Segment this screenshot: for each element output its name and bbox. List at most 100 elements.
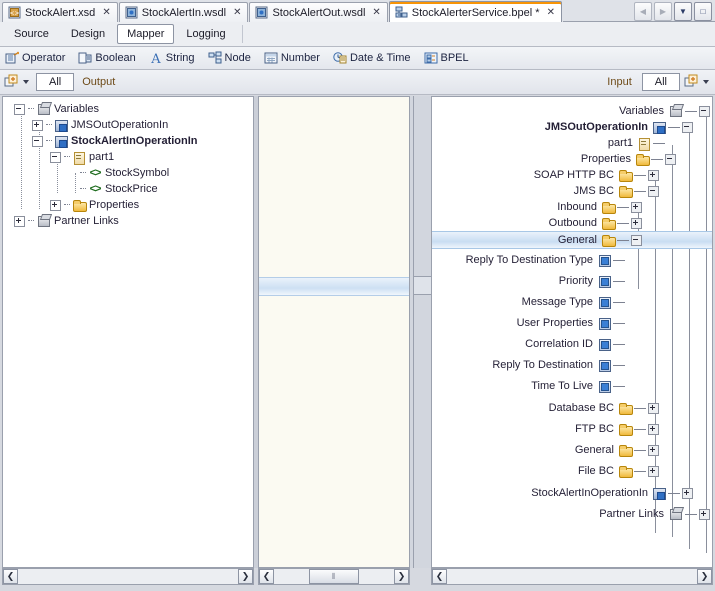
- tree-row[interactable]: Reply To Destination Type: [466, 252, 627, 268]
- tree-row[interactable]: part1: [608, 135, 678, 151]
- input-tree-hscrollbar[interactable]: ❮ ❯: [431, 568, 713, 585]
- expand-toggle-minus[interactable]: [14, 103, 25, 115]
- tree-row[interactable]: <> StockSymbol: [3, 165, 253, 181]
- tree-row-label: Properties: [89, 199, 140, 211]
- tab-list-dropdown-button[interactable]: ▼: [674, 2, 692, 21]
- tree-row-label: StockAlertInOperationIn: [71, 135, 198, 147]
- tab-source[interactable]: Source: [4, 24, 59, 44]
- palette-bpel[interactable]: BPEL: [424, 51, 469, 65]
- expand-toggle-plus[interactable]: [682, 487, 693, 499]
- expand-toggle-minus[interactable]: [682, 121, 693, 133]
- scroll-left-button[interactable]: ❮: [259, 569, 274, 584]
- tree-row[interactable]: User Properties: [517, 315, 627, 331]
- expand-toggle-plus[interactable]: [50, 199, 61, 211]
- tree-row-selected[interactable]: General: [432, 231, 712, 249]
- tree-row[interactable]: Partner Links: [599, 506, 712, 522]
- input-filter-all-button[interactable]: All: [641, 73, 680, 91]
- palette-date-time[interactable]: Date & Time: [333, 51, 411, 65]
- tree-row[interactable]: part1: [3, 149, 253, 165]
- property-icon: [597, 317, 611, 330]
- tree-row[interactable]: Partner Links: [3, 213, 253, 229]
- add-variable-icon[interactable]: [4, 74, 21, 90]
- tree-row[interactable]: <> StockPrice: [3, 181, 253, 197]
- editor-tab-stockalert-xsd[interactable]: <> StockAlert.xsd ✕: [2, 2, 118, 22]
- tab-mapper[interactable]: Mapper: [117, 24, 175, 44]
- tree-row[interactable]: Reply To Destination: [492, 357, 627, 373]
- scroll-tabs-left-button[interactable]: ◀: [634, 2, 652, 21]
- tree-row[interactable]: StockAlertInOperationIn: [531, 485, 695, 501]
- palette-string[interactable]: A String: [149, 51, 194, 67]
- output-tree-panel[interactable]: Variables JMSOutOperationIn StockAlertIn…: [2, 96, 254, 568]
- palette-number[interactable]: Number: [264, 51, 320, 65]
- tree-row[interactable]: Correlation ID: [525, 336, 627, 352]
- expand-toggle-plus[interactable]: [32, 119, 43, 131]
- tree-row[interactable]: Variables: [3, 101, 253, 117]
- scroll-thumb[interactable]: ⦀: [309, 569, 359, 584]
- tree-row[interactable]: Outbound: [549, 215, 644, 231]
- mapper-canvas[interactable]: [258, 96, 410, 568]
- tree-row[interactable]: Properties: [581, 151, 678, 167]
- tree-row[interactable]: JMS BC: [574, 183, 661, 199]
- expand-toggle-plus[interactable]: [648, 423, 659, 435]
- add-variable-icon-right[interactable]: [684, 74, 701, 90]
- expand-toggle-plus[interactable]: [648, 444, 659, 456]
- expand-toggle-minus[interactable]: [32, 135, 43, 147]
- tree-row[interactable]: Message Type: [522, 294, 627, 310]
- editor-tab-stockalerterservice-bpel[interactable]: StockAlerterService.bpel * ✕: [388, 1, 562, 22]
- tree-row[interactable]: Database BC: [549, 400, 661, 416]
- tree-row[interactable]: SOAP HTTP BC: [534, 167, 661, 183]
- tree-connector: [80, 172, 86, 174]
- close-icon[interactable]: ✕: [547, 7, 555, 18]
- tree-row[interactable]: Priority: [559, 273, 627, 289]
- scroll-left-button[interactable]: ❮: [432, 569, 447, 584]
- expand-toggle-plus[interactable]: [631, 217, 642, 229]
- expand-toggle-plus[interactable]: [648, 169, 659, 181]
- scroll-left-button[interactable]: ❮: [3, 569, 18, 584]
- tab-design[interactable]: Design: [61, 24, 115, 44]
- tree-row[interactable]: Inbound: [557, 199, 644, 215]
- output-tree-hscrollbar[interactable]: ❮ ❯: [2, 568, 254, 585]
- editor-tab-stockalertin-wsdl[interactable]: StockAlertIn.wsdl ✕: [118, 2, 249, 22]
- expand-toggle-minus[interactable]: [665, 153, 676, 165]
- palette-node[interactable]: Node: [208, 51, 251, 65]
- tree-row[interactable]: Properties: [3, 197, 253, 213]
- palette-operator[interactable]: Operator: [5, 51, 65, 65]
- scroll-right-button[interactable]: ❯: [697, 569, 712, 584]
- output-filter-all-button[interactable]: All: [36, 73, 75, 91]
- expand-toggle-plus[interactable]: [14, 215, 25, 227]
- tree-connector: [634, 428, 646, 430]
- close-icon[interactable]: ✕: [372, 7, 380, 18]
- palette-boolean[interactable]: Boolean: [78, 51, 136, 65]
- canvas-hscrollbar[interactable]: ❮ ⦀ ❯: [258, 568, 410, 585]
- expand-toggle-minus[interactable]: [699, 105, 710, 117]
- tree-row[interactable]: JMSOutOperationIn: [3, 117, 253, 133]
- expand-toggle-plus[interactable]: [648, 402, 659, 414]
- input-tree-panel[interactable]: Variables JMSOutOperationIn part1 Proper…: [431, 96, 713, 568]
- scroll-right-button[interactable]: ❯: [238, 569, 253, 584]
- pane-divider-right[interactable]: [413, 96, 433, 568]
- scroll-tabs-right-button[interactable]: ▶: [654, 2, 672, 21]
- expand-toggle-plus[interactable]: [699, 508, 710, 520]
- tree-row[interactable]: File BC: [578, 463, 661, 479]
- close-icon[interactable]: ✕: [102, 7, 110, 18]
- tree-row[interactable]: Time To Live: [531, 378, 627, 394]
- tree-row[interactable]: FTP BC: [575, 421, 661, 437]
- expand-toggle-minus[interactable]: [631, 234, 642, 246]
- tree-row[interactable]: StockAlertInOperationIn: [3, 133, 253, 149]
- add-variable-dropdown-caret-right[interactable]: [703, 80, 709, 84]
- expand-toggle-minus[interactable]: [648, 185, 659, 197]
- tree-row[interactable]: Variables: [619, 103, 712, 119]
- expand-toggle-plus[interactable]: [631, 201, 642, 213]
- tab-logging[interactable]: Logging: [176, 24, 235, 44]
- editor-tab-stockalertout-wsdl[interactable]: StockAlertOut.wsdl ✕: [249, 2, 388, 22]
- tree-row[interactable]: General: [575, 442, 661, 458]
- tree-row-label: JMSOutOperationIn: [71, 119, 169, 131]
- tree-row[interactable]: JMSOutOperationIn: [545, 119, 695, 135]
- close-icon[interactable]: ✕: [233, 7, 241, 18]
- add-variable-dropdown-caret[interactable]: [23, 80, 29, 84]
- maximize-window-button[interactable]: □: [694, 2, 712, 21]
- scroll-right-button[interactable]: ❯: [394, 569, 409, 584]
- tree-row-label: StockSymbol: [105, 167, 170, 179]
- expand-toggle-plus[interactable]: [648, 465, 659, 477]
- expand-toggle-minus[interactable]: [50, 151, 61, 163]
